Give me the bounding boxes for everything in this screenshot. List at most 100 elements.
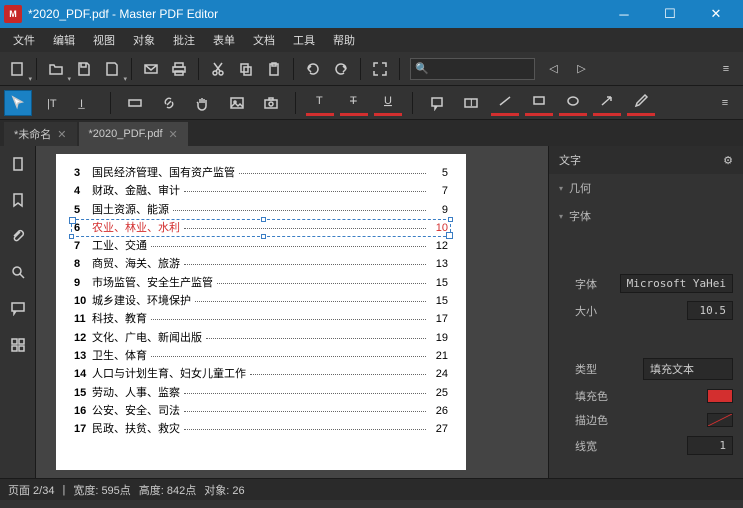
toc-line[interactable]: 11科技、教育17	[74, 312, 448, 326]
line-tool[interactable]	[491, 90, 519, 116]
panel-settings-icon[interactable]: ⚙	[723, 154, 733, 167]
rect-tool[interactable]	[525, 90, 553, 116]
toolbar2-overflow[interactable]: ≡	[711, 90, 739, 116]
size-value[interactable]: 10.5	[687, 301, 733, 320]
document-view[interactable]: 3国民经济管理、国有资产监管5 4财政、金融、审计7 5国土资源、能源9 6农业、林业…	[36, 146, 548, 478]
search-icon: 🔍	[415, 62, 429, 75]
font-label: 字体	[575, 276, 597, 292]
search-next-button[interactable]: ▷	[569, 56, 595, 82]
svg-text:T: T	[468, 97, 475, 109]
panel-header: 文字 ⚙	[549, 146, 743, 174]
toc-line[interactable]: 9市场监管、安全生产监管15	[74, 276, 448, 290]
highlight-tool[interactable]: T	[306, 90, 334, 116]
menu-view[interactable]: 视图	[84, 29, 124, 51]
redo-button[interactable]	[328, 56, 354, 82]
cut-button[interactable]	[205, 56, 231, 82]
panel-title: 文字	[559, 152, 581, 168]
main-area: 3国民经济管理、国有资产监管5 4财政、金融、审计7 5国土资源、能源9 6农业、林业…	[0, 146, 743, 478]
tab-untitled[interactable]: *未命名✕	[4, 122, 77, 146]
toc-line[interactable]: 4财政、金融、审计7	[74, 184, 448, 198]
search-panel-icon[interactable]	[6, 260, 30, 284]
comments-icon[interactable]	[6, 296, 30, 320]
thumbnails-icon[interactable]	[6, 152, 30, 176]
toc-line[interactable]: 6农业、林业、水利10	[74, 221, 448, 235]
paste-button[interactable]	[261, 56, 287, 82]
toc-line[interactable]: 3国民经济管理、国有资产监管5	[74, 166, 448, 180]
print-button[interactable]	[166, 56, 192, 82]
fullscreen-button[interactable]	[367, 56, 393, 82]
close-button[interactable]: ✕	[693, 0, 739, 28]
toc-line[interactable]: 12文化、广电、新闻出版19	[74, 331, 448, 345]
status-height: 高度: 842点	[139, 482, 196, 498]
toc-line[interactable]: 5国土资源、能源9	[74, 203, 448, 217]
bookmarks-icon[interactable]	[6, 188, 30, 212]
menu-form[interactable]: 表单	[204, 29, 244, 51]
text-box-tool[interactable]: T	[457, 90, 485, 116]
search-input[interactable]: 🔍	[410, 58, 535, 80]
snapshot-tool[interactable]	[257, 90, 285, 116]
section-font[interactable]: 字体	[549, 202, 743, 230]
fill-row: 填充色	[549, 384, 743, 408]
fill-swatch[interactable]	[707, 389, 733, 403]
toc-line[interactable]: 13卫生、体育21	[74, 349, 448, 363]
close-icon[interactable]: ✕	[57, 128, 66, 141]
text-select-tool[interactable]: I̲	[72, 90, 100, 116]
menu-file[interactable]: 文件	[4, 29, 44, 51]
menu-tools[interactable]: 工具	[284, 29, 324, 51]
text-edit-tool[interactable]: |T	[38, 90, 66, 116]
new-button[interactable]	[4, 56, 30, 82]
width-label: 线宽	[575, 438, 597, 454]
copy-button[interactable]	[233, 56, 259, 82]
hand-tool[interactable]	[189, 90, 217, 116]
size-row: 大小 10.5	[549, 297, 743, 324]
open-button[interactable]	[43, 56, 69, 82]
font-value[interactable]: Microsoft YaHei	[620, 274, 733, 293]
undo-button[interactable]	[300, 56, 326, 82]
toc-line[interactable]: 15劳动、人事、监察25	[74, 386, 448, 400]
pencil-tool[interactable]	[627, 90, 655, 116]
stroke-swatch[interactable]	[707, 413, 733, 427]
maximize-button[interactable]: ☐	[647, 0, 693, 28]
search-prev-button[interactable]: ◁	[541, 56, 567, 82]
toc-line[interactable]: 8商贸、海关、旅游13	[74, 257, 448, 271]
document-tabs: *未命名✕ *2020_PDF.pdf✕	[0, 120, 743, 146]
menu-help[interactable]: 帮助	[324, 29, 364, 51]
attachments-icon[interactable]	[6, 224, 30, 248]
menu-document[interactable]: 文档	[244, 29, 284, 51]
form-tool[interactable]	[121, 90, 149, 116]
ellipse-tool[interactable]	[559, 90, 587, 116]
toc-line[interactable]: 17民政、扶贫、救灾27	[74, 422, 448, 436]
email-button[interactable]	[138, 56, 164, 82]
image-tool[interactable]	[223, 90, 251, 116]
menu-annotate[interactable]: 批注	[164, 29, 204, 51]
page: 3国民经济管理、国有资产监管5 4财政、金融、审计7 5国土资源、能源9 6农业、林业…	[56, 154, 466, 470]
menu-object[interactable]: 对象	[124, 29, 164, 51]
close-icon[interactable]: ✕	[169, 128, 178, 141]
select-tool[interactable]	[4, 90, 32, 116]
underline-tool[interactable]: U	[374, 90, 402, 116]
svg-text:|T: |T	[47, 98, 57, 110]
type-row: 类型 填充文本	[549, 354, 743, 384]
menu-overflow-button[interactable]: ≡	[713, 56, 739, 82]
toc-line[interactable]: 14人口与计划生育、妇女儿童工作24	[74, 367, 448, 381]
status-objects: 对象: 26	[204, 482, 244, 498]
width-value[interactable]: 1	[687, 436, 733, 455]
minimize-button[interactable]: ─	[601, 0, 647, 28]
svg-text:I̲: I̲	[78, 98, 86, 110]
toc-line[interactable]: 16公安、安全、司法26	[74, 404, 448, 418]
saveas-button[interactable]	[99, 56, 125, 82]
stroke-label: 描边色	[575, 412, 608, 428]
arrow-tool[interactable]	[593, 90, 621, 116]
strikeout-tool[interactable]: T	[340, 90, 368, 116]
tab-2020pdf[interactable]: *2020_PDF.pdf✕	[79, 122, 188, 146]
section-geometry[interactable]: 几何	[549, 174, 743, 202]
link-tool[interactable]	[155, 90, 183, 116]
toc-line[interactable]: 10城乡建设、环境保护15	[74, 294, 448, 308]
titlebar: M *2020_PDF.pdf - Master PDF Editor ─ ☐ …	[0, 0, 743, 28]
note-tool[interactable]	[423, 90, 451, 116]
save-button[interactable]	[71, 56, 97, 82]
layers-icon[interactable]	[6, 332, 30, 356]
menu-edit[interactable]: 编辑	[44, 29, 84, 51]
type-value[interactable]: 填充文本	[643, 358, 733, 380]
toc-line[interactable]: 7工业、交通12	[74, 239, 448, 253]
